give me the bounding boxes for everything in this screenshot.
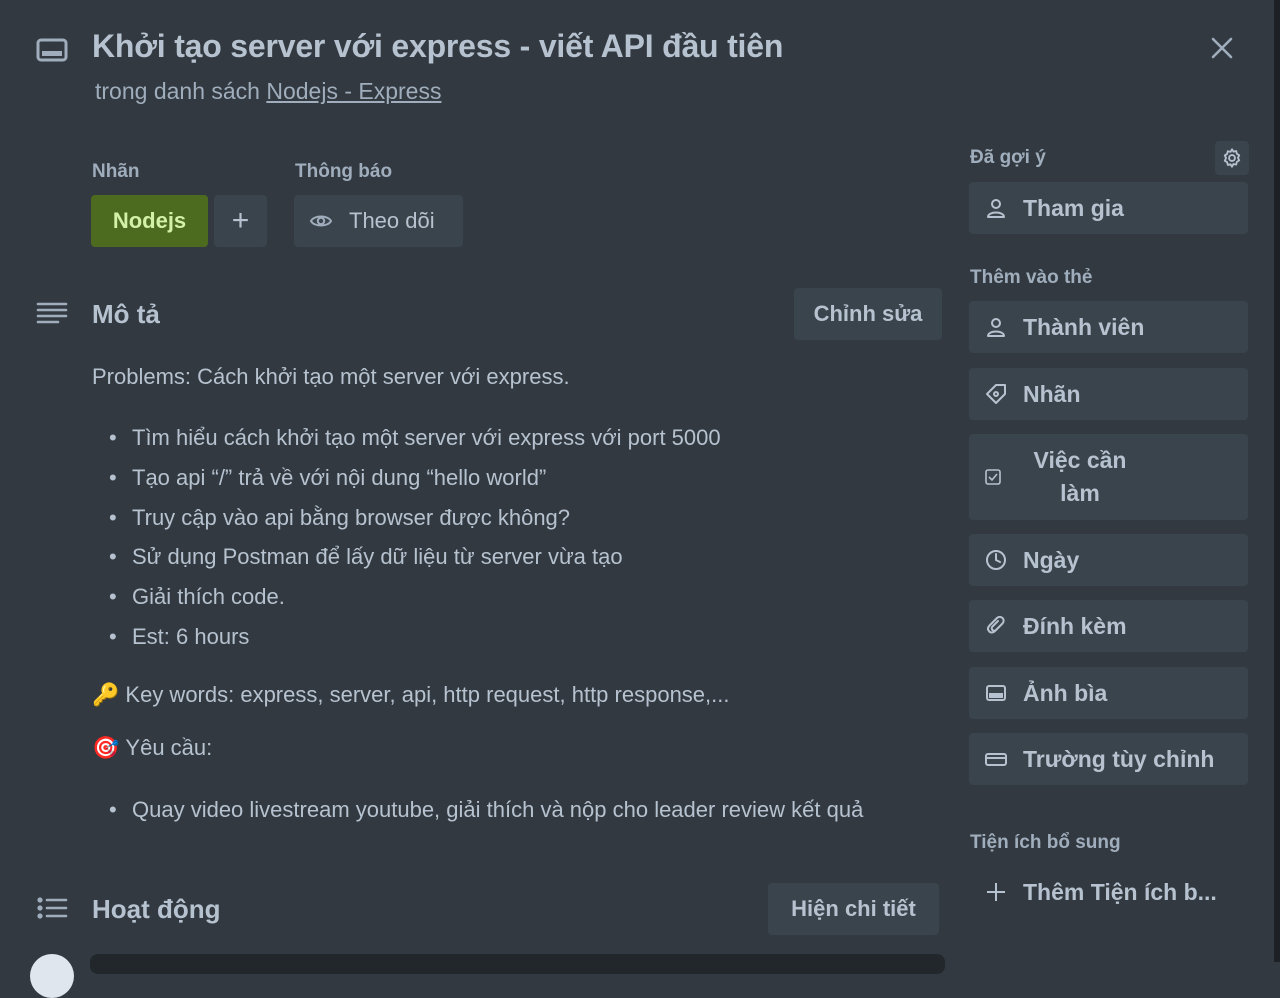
add-label-button[interactable]: + <box>214 195 267 247</box>
description-intro: Problems: Cách khởi tạo một server với e… <box>92 364 570 389</box>
label-chip-nodejs[interactable]: Nodejs <box>91 195 208 247</box>
eye-icon <box>309 209 333 233</box>
cover-button[interactable]: Ảnh bìa <box>969 667 1248 719</box>
cover-icon <box>985 682 1007 704</box>
list-link[interactable]: Nodejs - Express <box>266 78 441 104</box>
list-item: Sử dụng Postman để lấy dữ liệu từ server… <box>92 537 721 577</box>
person-icon <box>985 197 1007 219</box>
watch-label: Theo dõi <box>349 208 435 233</box>
plus-icon: + <box>231 204 250 237</box>
labels-button[interactable]: Nhãn <box>969 368 1248 420</box>
members-button[interactable]: Thành viên <box>969 301 1248 353</box>
keywords-line: 🔑 Key words: express, server, api, http r… <box>92 682 729 708</box>
requirement-bullet-list: Quay video livestream youtube, giải thíc… <box>92 790 863 830</box>
card-subtitle: trong danh sách Nodejs - Express <box>95 78 441 105</box>
add-to-card-label: Thêm vào thẻ <box>970 267 1093 288</box>
tag-icon <box>985 383 1007 405</box>
person-icon <box>985 316 1007 338</box>
requirement-line: 🎯 Yêu cầu: <box>92 735 212 761</box>
list-item: Tìm hiểu cách khởi tạo một server với ex… <box>92 418 721 458</box>
powerups-label: Tiện ích bổ sung <box>970 832 1121 853</box>
add-powerup-button[interactable]: Thêm Tiện ích b... <box>969 866 1248 918</box>
description-icon <box>36 300 68 328</box>
requirement-title: Yêu cầu: <box>125 735 213 760</box>
add-powerup-label: Thêm Tiện ích b... <box>1023 878 1217 905</box>
card-title[interactable]: Khởi tạo server với express - viết API đ… <box>92 28 783 65</box>
watch-button[interactable]: Theo dõi <box>294 195 463 247</box>
attachment-button[interactable]: Đính kèm <box>969 600 1248 652</box>
comment-input[interactable] <box>90 954 945 974</box>
members-label: Thành viên <box>1023 313 1145 340</box>
list-item: Quay video livestream youtube, giải thíc… <box>92 790 863 830</box>
checklist-icon <box>985 469 1001 485</box>
dates-label: Ngày <box>1023 546 1080 573</box>
activity-title: Hoạt động <box>92 894 221 924</box>
description-bullet-list: Tìm hiểu cách khởi tạo một server với ex… <box>92 418 721 657</box>
show-details-button[interactable]: Hiện chi tiết <box>768 883 939 935</box>
subtitle-prefix: trong danh sách <box>95 78 267 104</box>
background-edge <box>1274 0 1280 962</box>
join-label: Tham gia <box>1023 194 1124 221</box>
join-button[interactable]: Tham gia <box>969 182 1248 234</box>
edit-description-button[interactable]: Chỉnh sửa <box>794 288 942 340</box>
activity-icon <box>36 896 68 924</box>
description-title: Mô tả <box>92 299 160 329</box>
gear-icon[interactable] <box>1215 141 1249 175</box>
checklist-label: Việc cần làm <box>1033 447 1127 506</box>
labels-label: Nhãn <box>1023 380 1081 407</box>
labels-section-label: Nhãn <box>92 161 140 182</box>
custom-fields-button[interactable]: Trường tùy chỉnh <box>969 733 1248 785</box>
key-icon: 🔑 <box>92 682 120 707</box>
target-icon: 🎯 <box>92 735 120 760</box>
avatar <box>30 954 74 998</box>
checklist-button[interactable]: Việc cần làm <box>969 434 1248 520</box>
attachment-label: Đính kèm <box>1023 612 1127 639</box>
suggested-label: Đã gợi ý <box>970 147 1046 168</box>
list-item: Est: 6 hours <box>92 617 721 657</box>
notifications-section-label: Thông báo <box>295 161 393 182</box>
list-item: Tạo api “/” trả về với nội dung “hello w… <box>92 458 721 498</box>
paperclip-icon <box>985 615 1007 637</box>
clock-icon <box>985 549 1007 571</box>
list-item: Truy cập vào api bằng browser được không… <box>92 498 721 538</box>
card-icon <box>36 34 68 66</box>
cover-label: Ảnh bìa <box>1023 679 1108 706</box>
list-item: Giải thích code. <box>92 577 721 617</box>
custom-field-icon <box>985 748 1007 770</box>
dates-button[interactable]: Ngày <box>969 534 1248 586</box>
custom-fields-label: Trường tùy chỉnh <box>1023 745 1215 772</box>
plus-icon <box>985 881 1007 903</box>
close-icon[interactable] <box>1206 32 1238 64</box>
keywords-text: Key words: express, server, api, http re… <box>125 682 730 707</box>
